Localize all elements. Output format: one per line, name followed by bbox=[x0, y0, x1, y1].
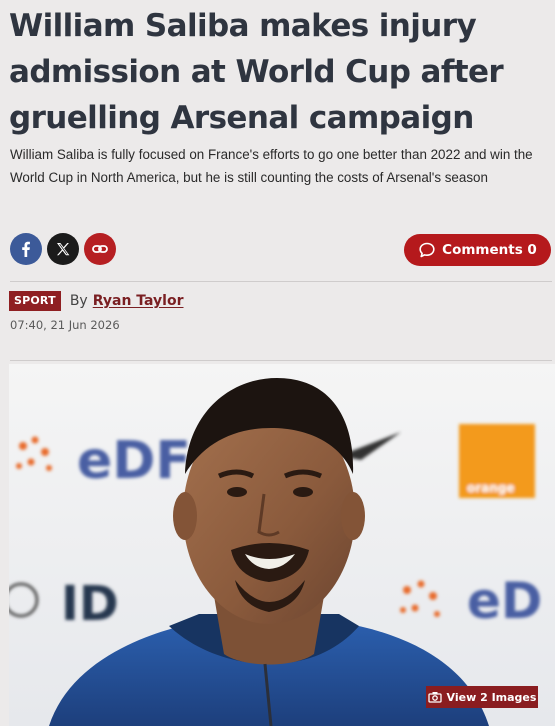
speech-bubble-icon bbox=[419, 242, 435, 258]
x-icon bbox=[57, 243, 70, 256]
link-icon bbox=[92, 245, 108, 253]
author-link[interactable]: Ryan Taylor bbox=[93, 293, 184, 309]
sponsor-logo-left: eDF bbox=[77, 431, 191, 491]
byline: SPORT By Ryan Taylor bbox=[9, 290, 184, 312]
gallery-label: View 2 Images bbox=[446, 690, 537, 704]
sponsor-logo-right: eD bbox=[467, 572, 542, 630]
partner-logo: ID bbox=[61, 576, 119, 632]
article-photo[interactable]: eDF orange ID eD bbox=[9, 364, 555, 726]
comments-label: Comments 0 bbox=[442, 242, 537, 258]
facebook-share-button[interactable] bbox=[10, 233, 42, 265]
divider bbox=[10, 360, 552, 361]
divider bbox=[10, 281, 552, 282]
x-share-button[interactable] bbox=[47, 233, 79, 265]
brand-box-label: orange bbox=[467, 481, 515, 495]
section-badge[interactable]: SPORT bbox=[9, 291, 61, 311]
comments-button[interactable]: Comments 0 bbox=[404, 234, 551, 266]
headline: William Saliba makes injury admission at… bbox=[9, 8, 504, 136]
byline-prefix: By bbox=[69, 293, 88, 309]
standfirst: William Saliba is fully focused on Franc… bbox=[10, 147, 533, 185]
publish-timestamp: 07:40, 21 Jun 2026 bbox=[10, 318, 120, 332]
camera-icon bbox=[427, 692, 442, 703]
view-gallery-button[interactable]: View 2 Images bbox=[426, 686, 538, 708]
copy-link-button[interactable] bbox=[84, 233, 116, 265]
facebook-icon bbox=[22, 241, 30, 257]
share-buttons bbox=[10, 233, 116, 267]
